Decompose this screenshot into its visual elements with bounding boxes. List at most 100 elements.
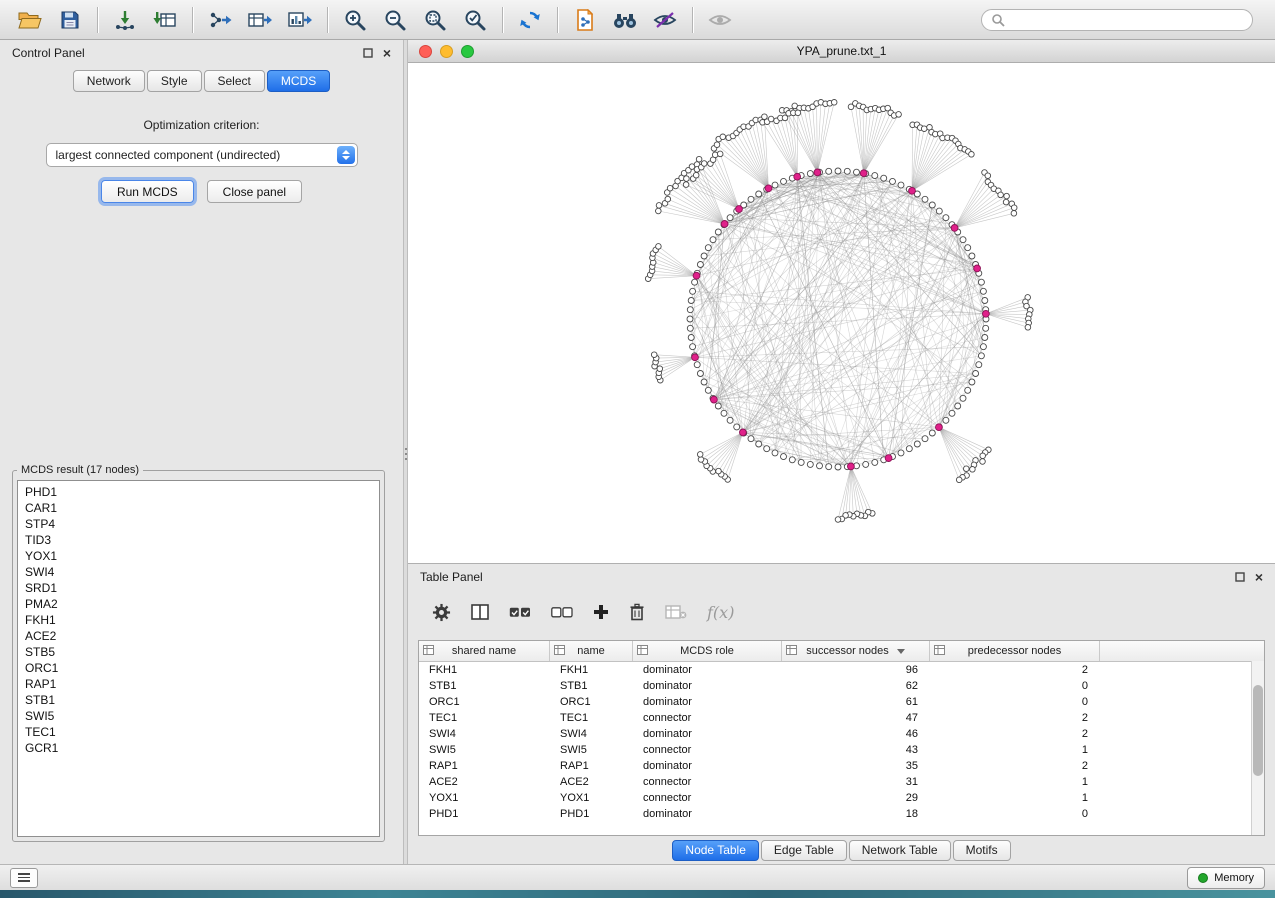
gear-icon — [432, 603, 451, 622]
result-item[interactable]: TID3 — [25, 532, 372, 548]
float-panel-icon[interactable] — [363, 48, 373, 58]
table-cell: FKH1 — [419, 664, 550, 676]
deselect-all-button[interactable] — [551, 607, 573, 618]
table-cell: TEC1 — [419, 712, 550, 724]
import-network-button[interactable] — [105, 4, 145, 36]
table-row[interactable]: SWI4SWI4dominator462 — [419, 726, 1264, 742]
result-item[interactable]: SWI4 — [25, 564, 372, 580]
table-cell: ORC1 — [550, 696, 633, 708]
function-builder-button[interactable]: f(x) — [707, 603, 734, 622]
scrollbar-thumb[interactable] — [1253, 685, 1263, 775]
import-table-icon — [153, 10, 177, 30]
mcds-result-list[interactable]: PHD1CAR1STP4TID3YOX1SWI4SRD1PMA2FKH1ACE2… — [17, 480, 380, 837]
table-cell: dominator — [633, 760, 782, 772]
import-table-button[interactable] — [145, 4, 185, 36]
search-field[interactable] — [981, 9, 1253, 31]
network-window-title: YPA_prune.txt_1 — [408, 44, 1275, 58]
table-row[interactable]: SWI5SWI5connector431 — [419, 742, 1264, 758]
export-table-button[interactable] — [240, 4, 280, 36]
table-row[interactable]: RAP1RAP1dominator352 — [419, 758, 1264, 774]
column-header-mcds-role[interactable]: MCDS role — [633, 641, 782, 661]
result-item[interactable]: STP4 — [25, 516, 372, 532]
column-sort-icon — [934, 645, 945, 655]
result-item[interactable]: SRD1 — [25, 580, 372, 596]
tab-motifs[interactable]: Motifs — [953, 840, 1011, 861]
clone-network-button[interactable] — [565, 4, 605, 36]
hide-selected-button[interactable] — [645, 4, 685, 36]
tab-select[interactable]: Select — [204, 70, 265, 92]
refresh-layout-button[interactable] — [510, 4, 550, 36]
control-panel-tabs: Network Style Select MCDS — [0, 70, 403, 92]
find-button[interactable] — [605, 4, 645, 36]
result-item[interactable]: ACE2 — [25, 628, 372, 644]
table-cell: SWI5 — [550, 744, 633, 756]
close-panel-icon[interactable]: × — [1255, 572, 1263, 582]
table-row[interactable]: ORC1ORC1dominator610 — [419, 694, 1264, 710]
save-button[interactable] — [50, 4, 90, 36]
network-window-titlebar[interactable]: YPA_prune.txt_1 — [408, 40, 1275, 63]
result-item[interactable]: SWI5 — [25, 708, 372, 724]
result-item[interactable]: STB1 — [25, 692, 372, 708]
delete-table-button[interactable] — [665, 605, 687, 620]
column-header-successor-nodes[interactable]: successor nodes — [782, 641, 930, 661]
table-row[interactable]: YOX1YOX1connector291 — [419, 790, 1264, 806]
result-item[interactable]: RAP1 — [25, 676, 372, 692]
run-mcds-button[interactable]: Run MCDS — [101, 180, 194, 203]
search-input[interactable] — [1011, 12, 1243, 28]
toolbar-separator — [327, 7, 328, 33]
table-cell: ORC1 — [419, 696, 550, 708]
show-column-button[interactable] — [471, 604, 489, 620]
table-cell: 0 — [930, 680, 1100, 692]
network-canvas[interactable] — [408, 63, 1275, 563]
table-settings-button[interactable] — [432, 603, 451, 622]
table-cell: connector — [633, 792, 782, 804]
export-image-button[interactable] — [280, 4, 320, 36]
tab-mcds[interactable]: MCDS — [267, 70, 330, 92]
table-cell: 2 — [930, 760, 1100, 772]
result-item[interactable]: CAR1 — [25, 500, 372, 516]
zoom-out-button[interactable] — [375, 4, 415, 36]
application-window: Control Panel × Network Style Select MCD… — [0, 0, 1275, 898]
tab-edge-table[interactable]: Edge Table — [761, 840, 847, 861]
table-cell: dominator — [633, 680, 782, 692]
result-item[interactable]: ORC1 — [25, 660, 372, 676]
table-row[interactable]: ACE2ACE2connector311 — [419, 774, 1264, 790]
table-row[interactable]: FKH1FKH1dominator962 — [419, 662, 1264, 678]
memory-button[interactable]: Memory — [1187, 867, 1265, 889]
result-item[interactable]: GCR1 — [25, 740, 372, 756]
table-scrollbar[interactable] — [1251, 661, 1264, 835]
table-cell: 31 — [782, 776, 930, 788]
tab-node-table[interactable]: Node Table — [672, 840, 759, 861]
column-header-shared-name[interactable]: shared name — [419, 641, 550, 661]
columns-icon — [471, 604, 489, 620]
column-header-predecessor-nodes[interactable]: predecessor nodes — [930, 641, 1100, 661]
result-item[interactable]: PHD1 — [25, 484, 372, 500]
open-file-button[interactable] — [10, 4, 50, 36]
criterion-select[interactable]: largest connected component (undirected) — [46, 143, 358, 167]
float-panel-icon[interactable] — [1235, 572, 1245, 582]
result-item[interactable]: PMA2 — [25, 596, 372, 612]
eye-icon — [708, 11, 732, 29]
close-panel-button[interactable]: Close panel — [207, 180, 302, 203]
result-item[interactable]: STB5 — [25, 644, 372, 660]
result-item[interactable]: YOX1 — [25, 548, 372, 564]
result-item[interactable]: TEC1 — [25, 724, 372, 740]
column-header-name[interactable]: name — [550, 641, 633, 661]
tab-style[interactable]: Style — [147, 70, 202, 92]
select-all-button[interactable] — [509, 607, 531, 618]
table-row[interactable]: STB1STB1dominator620 — [419, 678, 1264, 694]
table-row[interactable]: PHD1PHD1dominator180 — [419, 806, 1264, 822]
zoom-in-button[interactable] — [335, 4, 375, 36]
task-history-button[interactable] — [10, 868, 38, 888]
export-network-button[interactable] — [200, 4, 240, 36]
delete-column-button[interactable] — [629, 603, 645, 621]
tab-network-table[interactable]: Network Table — [849, 840, 951, 861]
close-panel-icon[interactable]: × — [383, 48, 391, 58]
zoom-fit-button[interactable] — [415, 4, 455, 36]
result-item[interactable]: FKH1 — [25, 612, 372, 628]
create-column-button[interactable] — [593, 604, 609, 620]
show-hidden-button[interactable] — [700, 4, 740, 36]
zoom-selected-button[interactable] — [455, 4, 495, 36]
table-row[interactable]: TEC1TEC1connector472 — [419, 710, 1264, 726]
tab-network[interactable]: Network — [73, 70, 145, 92]
